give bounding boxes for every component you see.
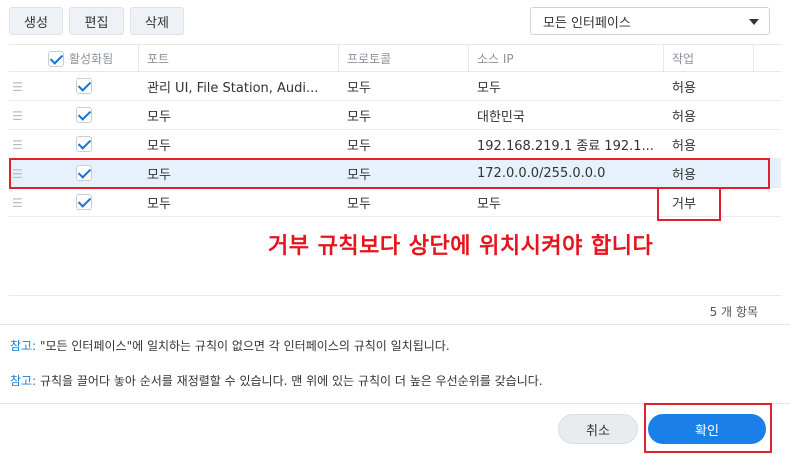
cell-action: 허용: [672, 81, 696, 96]
column-label-source-ip: 소스 IP: [477, 52, 514, 66]
note-1: 참고: "모든 인터페이스"에 일치하는 규칙이 없으면 각 인터페이스의 규칙…: [10, 337, 450, 354]
cancel-button[interactable]: 취소: [558, 414, 638, 444]
cell-protocol: 모두: [347, 110, 371, 125]
note-label: 참고:: [10, 374, 37, 388]
row-enabled-checkbox[interactable]: [76, 136, 92, 152]
row-enabled-checkbox[interactable]: [76, 78, 92, 94]
column-header-port[interactable]: 포트: [139, 45, 339, 72]
interface-select-value: 모든 인터페이스: [543, 15, 631, 31]
chevron-down-icon: [749, 19, 759, 25]
cell-action: 허용: [672, 110, 696, 125]
table-row[interactable]: ☰ 관리 UI, File Station, Audi... 모두 모두 허용: [9, 72, 781, 101]
divider: [0, 324, 790, 325]
column-header-action[interactable]: 작업: [664, 45, 754, 72]
highlight-box-deny-action: [657, 187, 721, 221]
column-header-protocol[interactable]: 프로토콜: [339, 45, 469, 72]
cell-port: 모두: [147, 139, 171, 154]
column-label-protocol: 프로토콜: [347, 52, 392, 66]
highlight-box-confirm: [644, 403, 772, 453]
edit-button[interactable]: 편집: [69, 7, 124, 35]
cell-source-ip: 모두: [477, 197, 501, 212]
table-row[interactable]: ☰ 모두 모두 대한민국 허용: [9, 101, 781, 130]
annotation-text: 거부 규칙보다 상단에 위치시켜야 합니다: [268, 234, 654, 259]
table-row[interactable]: ☰ 모두 모두 192.168.219.1 종료 192.1... 허용: [9, 130, 781, 159]
cell-protocol: 모두: [347, 197, 371, 212]
column-header-source-ip[interactable]: 소스 IP: [469, 45, 664, 72]
drag-handle-icon[interactable]: ☰: [12, 72, 23, 101]
note-label: 참고:: [10, 339, 37, 353]
note-2: 참고: 규칙을 끌어다 놓아 순서를 재정렬할 수 있습니다. 맨 위에 있는 …: [10, 372, 543, 389]
highlight-box-selected-row: [9, 158, 770, 189]
cell-source-ip: 192.168.219.1 종료 192.1...: [477, 139, 654, 154]
drag-handle-icon[interactable]: ☰: [12, 101, 23, 130]
cell-source-ip: 모두: [477, 81, 501, 96]
column-header-enabled[interactable]: 활성화됨: [9, 45, 139, 72]
interface-select[interactable]: 모든 인터페이스: [530, 7, 770, 35]
cell-protocol: 모두: [347, 139, 371, 154]
note-1-text: "모든 인터페이스"에 일치하는 규칙이 없으면 각 인터페이스의 규칙이 일치…: [39, 339, 450, 353]
drag-handle-icon[interactable]: ☰: [12, 188, 23, 217]
grid-header: 활성화됨 포트 프로토콜 소스 IP 작업: [9, 44, 781, 72]
note-2-text: 규칙을 끌어다 놓아 순서를 재정렬할 수 있습니다. 맨 위에 있는 규칙이 …: [39, 374, 543, 388]
delete-button[interactable]: 삭제: [130, 7, 184, 35]
column-label-port: 포트: [147, 52, 170, 66]
select-all-checkbox[interactable]: [48, 51, 64, 67]
column-label-enabled: 활성화됨: [69, 52, 114, 66]
cell-action: 허용: [672, 139, 696, 154]
cell-source-ip: 대한민국: [477, 110, 525, 125]
cell-port: 관리 UI, File Station, Audi...: [147, 81, 319, 96]
row-enabled-checkbox[interactable]: [76, 107, 92, 123]
cell-protocol: 모두: [347, 81, 371, 96]
row-enabled-checkbox[interactable]: [76, 194, 92, 210]
cell-port: 모두: [147, 110, 171, 125]
drag-handle-icon[interactable]: ☰: [12, 130, 23, 159]
item-count: 5 개 항목: [709, 305, 758, 319]
column-label-action: 작업: [672, 52, 695, 66]
create-button[interactable]: 생성: [9, 7, 63, 35]
cell-port: 모두: [147, 197, 171, 212]
